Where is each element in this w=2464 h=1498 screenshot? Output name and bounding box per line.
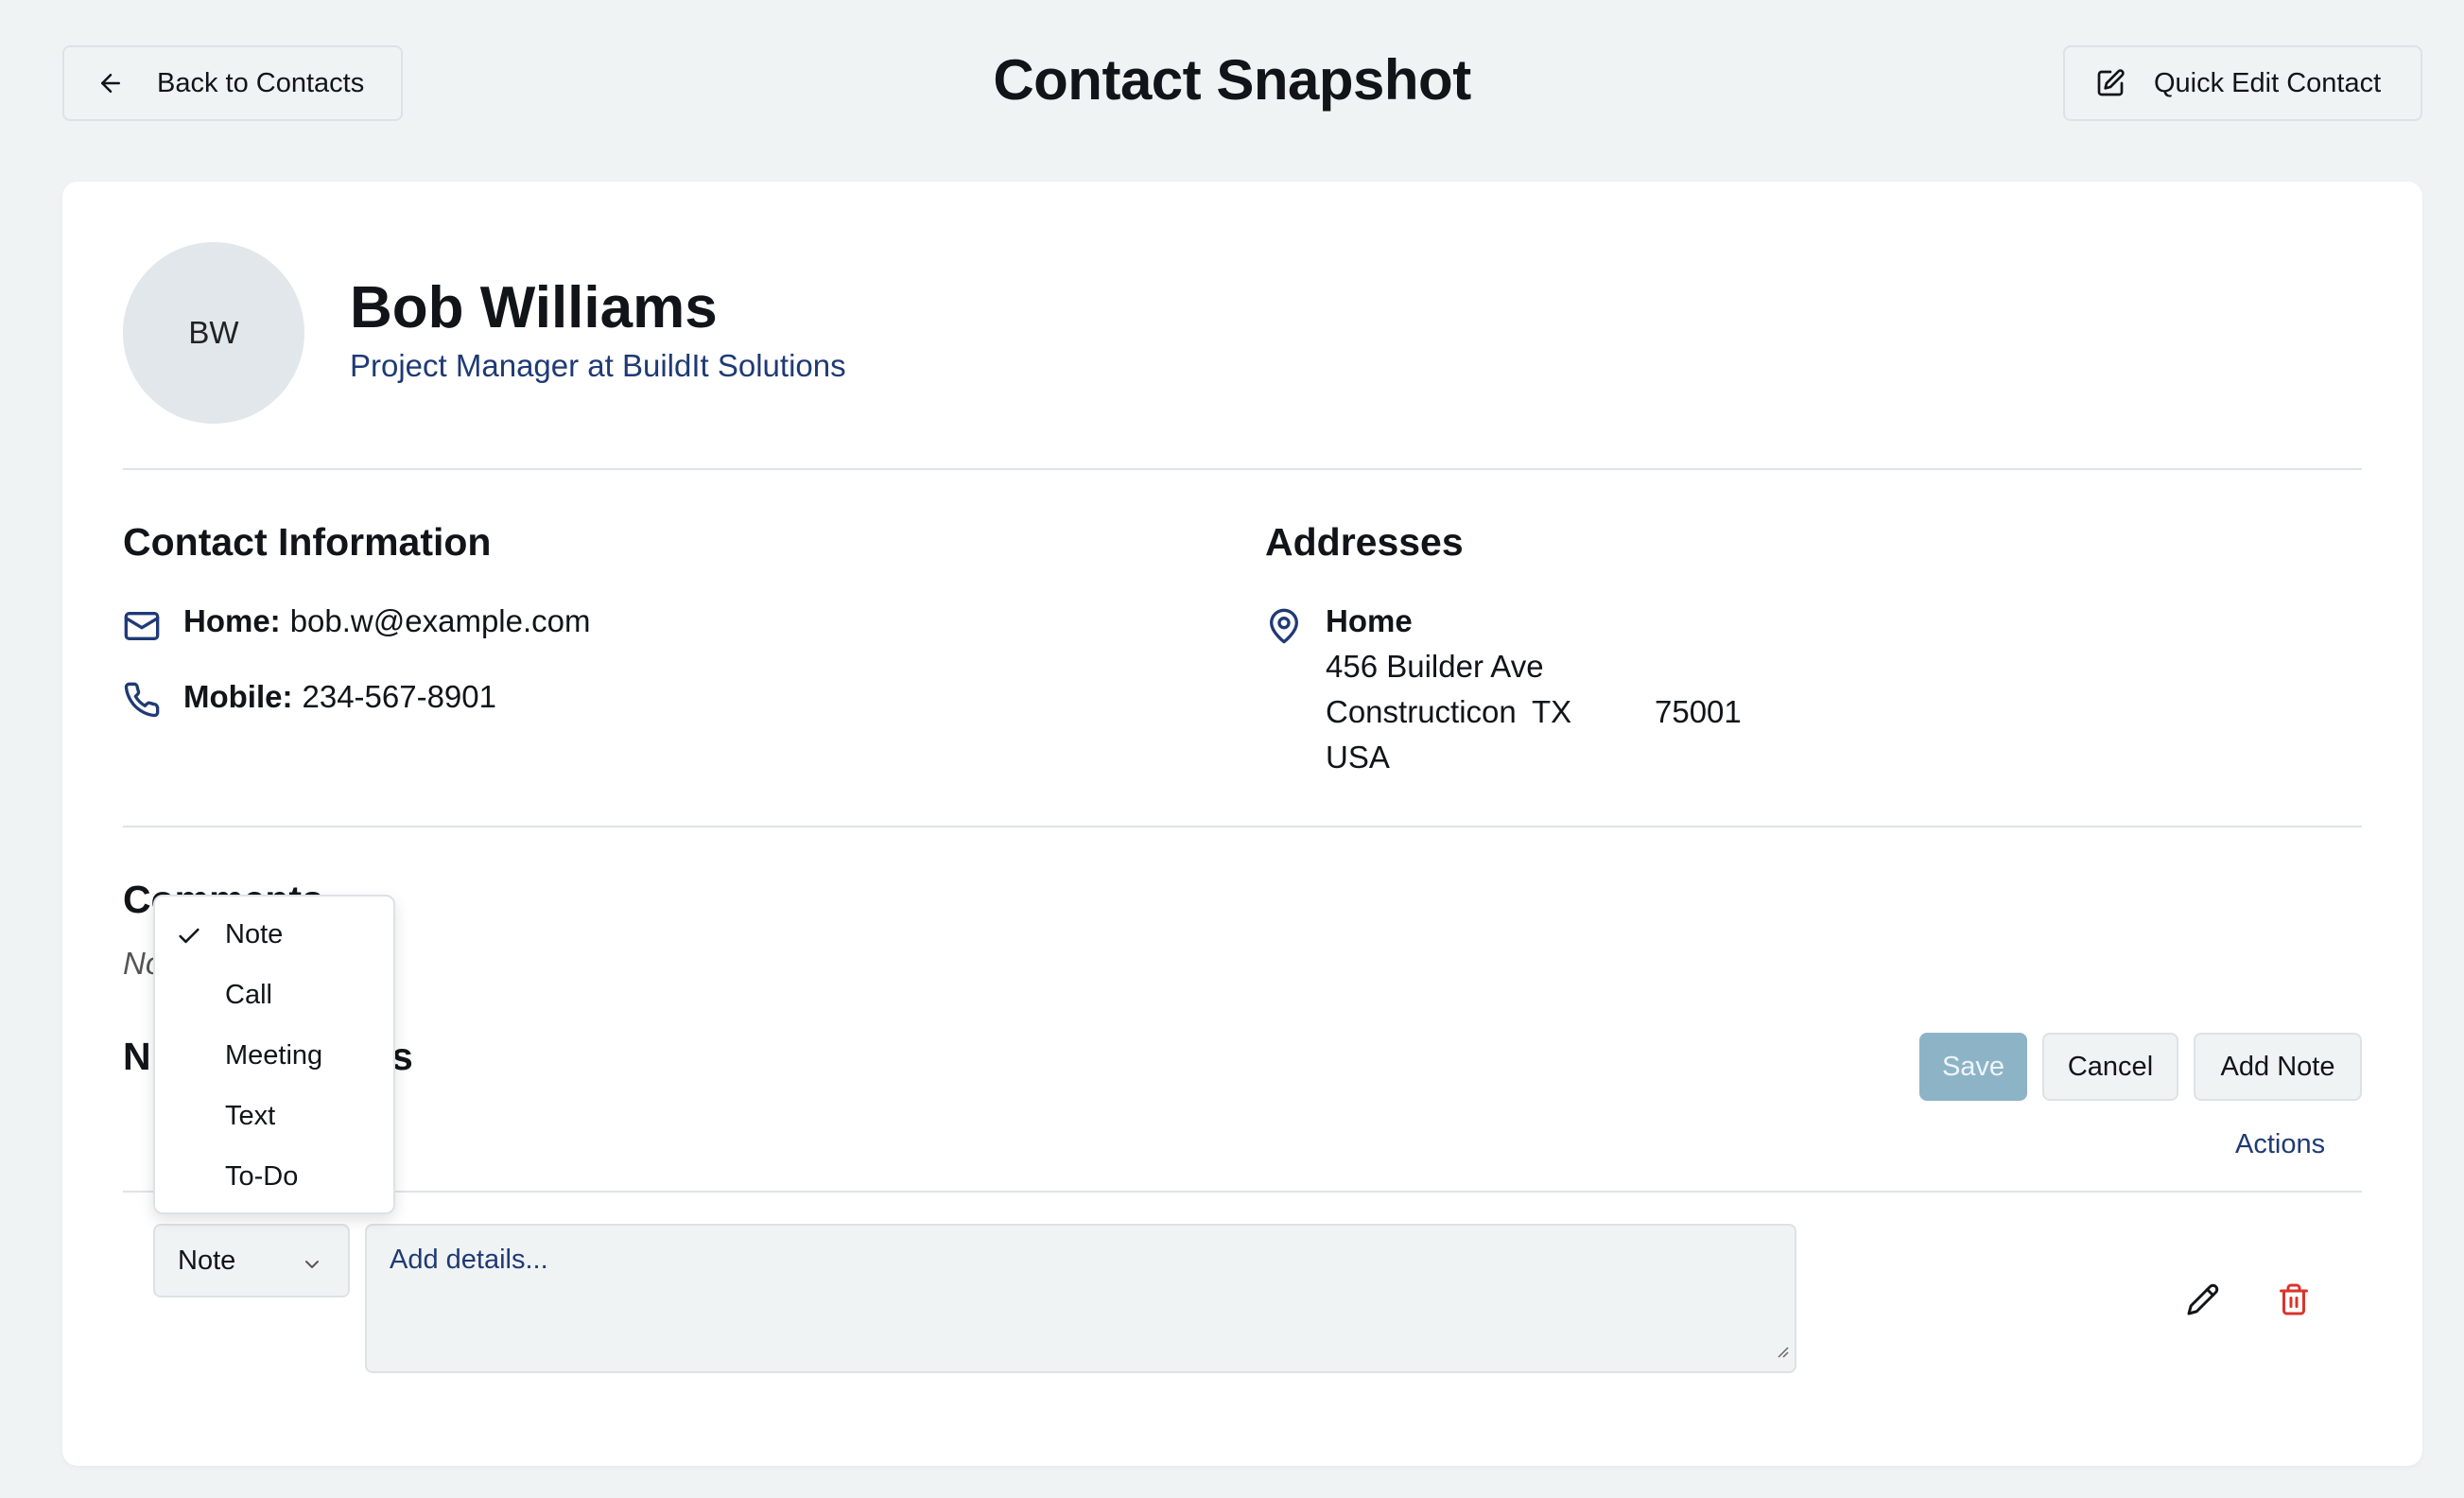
resize-grip-icon[interactable] xyxy=(1774,1334,1789,1366)
avatar: BW xyxy=(123,242,304,424)
address-country: USA xyxy=(1326,740,1390,775)
add-note-label: Add Note xyxy=(2220,1051,2335,1082)
contact-information-heading: Contact Information xyxy=(123,520,492,564)
phone-icon xyxy=(123,681,161,723)
dropdown-option-note[interactable]: Note xyxy=(155,906,393,963)
edit-square-icon xyxy=(2095,68,2126,98)
mail-icon xyxy=(123,607,161,650)
dropdown-option-meeting[interactable]: Meeting xyxy=(155,1027,393,1084)
email-value[interactable]: bob.w@example.com xyxy=(290,603,591,639)
phone-row: Mobile: 234-567-8901 xyxy=(183,679,496,715)
cancel-button[interactable]: Cancel xyxy=(2042,1033,2178,1101)
notes-table-divider xyxy=(123,1191,2362,1193)
notes-heading: N xyxy=(123,1035,151,1078)
cancel-label: Cancel xyxy=(2067,1051,2154,1082)
map-pin-icon xyxy=(1265,607,1303,650)
note-type-dropdown: Note Call Meeting Text To-Do xyxy=(153,895,395,1214)
address-zip: 75001 xyxy=(1655,694,1742,729)
phone-label: Mobile: xyxy=(183,679,293,714)
chevron-down-icon xyxy=(301,1252,323,1283)
quick-edit-contact-button[interactable]: Quick Edit Contact xyxy=(2063,45,2422,121)
check-icon xyxy=(176,923,202,957)
profile-divider xyxy=(123,468,2362,470)
avatar-initials: BW xyxy=(188,315,239,350)
pencil-icon[interactable] xyxy=(2186,1282,2220,1321)
dropdown-option-todo[interactable]: To-Do xyxy=(155,1148,393,1205)
address-city: Constructicon xyxy=(1326,694,1517,729)
quick-edit-contact-label: Quick Edit Contact xyxy=(2154,67,2382,98)
save-button[interactable]: Save xyxy=(1919,1033,2027,1101)
dropdown-option-text[interactable]: Text xyxy=(155,1088,393,1144)
note-details-textarea[interactable]: Add details... xyxy=(365,1224,1796,1373)
email-row: Home: bob.w@example.com xyxy=(183,603,591,639)
actions-column-header: Actions xyxy=(2235,1129,2326,1159)
email-label: Home: xyxy=(183,603,281,638)
address-state: TX xyxy=(1532,694,1572,729)
addresses-heading: Addresses xyxy=(1265,520,1464,564)
details-placeholder: Add details... xyxy=(390,1245,548,1275)
contact-role: Project Manager at BuildIt Solutions xyxy=(350,348,846,383)
trash-icon[interactable] xyxy=(2277,1282,2311,1321)
address-street: 456 Builder Ave xyxy=(1326,649,1544,684)
note-type-select[interactable]: Note xyxy=(153,1224,350,1298)
contact-name: Bob Williams xyxy=(350,275,718,340)
dropdown-option-call[interactable]: Call xyxy=(155,967,393,1023)
address-type: Home xyxy=(1326,603,1413,638)
note-type-value: Note xyxy=(178,1245,236,1276)
phone-value[interactable]: 234-567-8901 xyxy=(302,679,496,715)
info-divider xyxy=(123,826,2362,827)
add-note-button[interactable]: Add Note xyxy=(2194,1033,2362,1101)
